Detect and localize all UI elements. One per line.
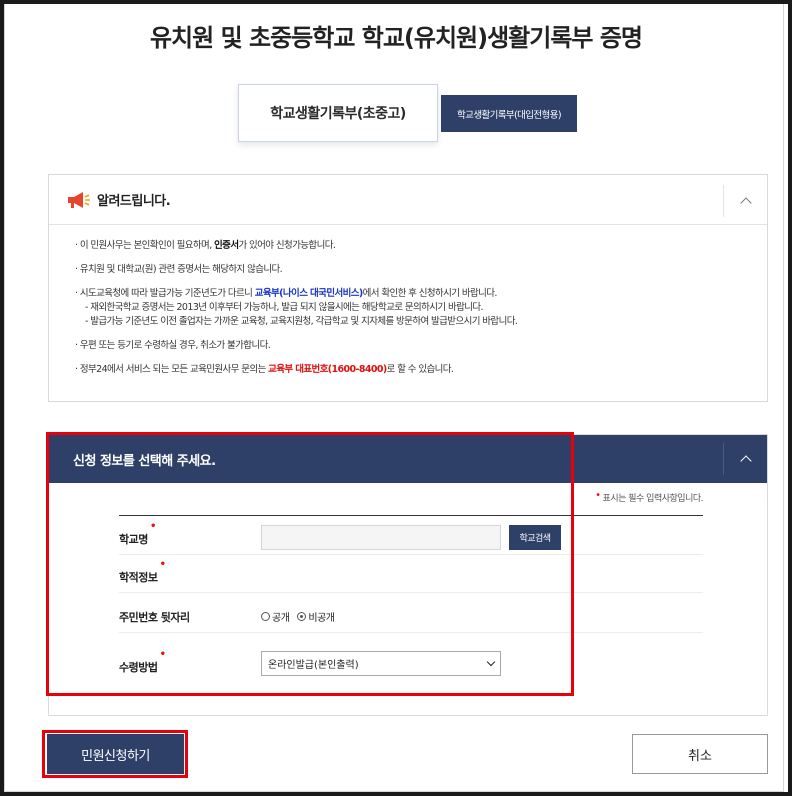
form-collapse-button[interactable] (723, 443, 767, 475)
tab-school-record-admission[interactable]: 학교생활기록부(대입전형용) (441, 95, 577, 132)
school-name-label: 학교명 • (119, 521, 156, 546)
school-search-button[interactable]: 학교검색 (509, 525, 561, 550)
resident-number-radio-group: 공개 비공개 (261, 609, 343, 624)
notice-header: 알려드립니다. (49, 175, 767, 225)
notice-item: · 이 민원사무는 본인확인이 필요하며, 인증서가 있어야 신청가능합니다. (75, 240, 336, 251)
notice-panel: 알려드립니다. · 이 민원사무는 본인확인이 필요하며, 인증서가 있어야 신… (48, 174, 768, 402)
notice-title: 알려드립니다. (97, 194, 171, 209)
chevron-up-icon (739, 197, 752, 209)
tab-school-record-k12[interactable]: 학교생활기록부(초중고) (238, 84, 438, 142)
radio-private[interactable]: 비공개 (297, 609, 335, 624)
required-dot-icon: • (595, 490, 601, 501)
notice-item: · 유치원 및 대학교(원) 관련 증명서는 해당하지 않습니다. (75, 264, 283, 275)
receive-method-select[interactable]: 온라인발급(본인출력) (261, 651, 501, 676)
chevron-down-icon (486, 657, 496, 667)
cancel-button[interactable]: 취소 (632, 734, 768, 774)
academic-info-label: 학적정보 • (119, 559, 166, 584)
notice-collapse-button[interactable] (723, 185, 767, 217)
ministry-phone-number: 교육부 대표번호(1600-8400) (268, 364, 387, 375)
school-name-row: 학교명 • 학교검색 (119, 519, 703, 555)
notice-item: · 시도교육청에 따라 발급가능 기준년도가 다르니 교육부(나이스 대국민서비… (75, 288, 518, 327)
radio-public[interactable]: 공개 (261, 609, 290, 624)
school-name-input[interactable] (261, 525, 501, 550)
submit-application-button[interactable]: 민원신청하기 (47, 734, 184, 774)
resident-number-row: 주민번호 뒷자리 공개 비공개 (119, 597, 703, 633)
receive-method-label: 수령방법 • (119, 649, 166, 674)
chevron-up-icon (739, 455, 752, 467)
form-title: 신청 정보를 선택해 주세요. (73, 453, 216, 469)
required-note: • 표시는 필수 입력사항입니다. (595, 490, 703, 504)
notice-item: · 정부24에서 서비스 되는 모든 교육민원사무 문의는 교육부 대표번호(1… (75, 364, 454, 375)
page-title: 유치원 및 초중등학교 학교(유치원)생활기록부 증명 (149, 24, 643, 52)
application-form-panel: 신청 정보를 선택해 주세요. • 표시는 필수 입력사항입니다. 학교명 • 학교… (48, 434, 768, 716)
academic-info-row: 학적정보 • (119, 557, 703, 593)
form-top-divider (119, 515, 703, 516)
radio-checked-icon (297, 612, 307, 621)
megaphone-icon (65, 189, 91, 211)
form-header: 신청 정보를 선택해 주세요. (49, 435, 767, 483)
neis-link[interactable]: 교육부(나이스 대국민서비스) (255, 288, 363, 299)
notice-body: · 이 민원사무는 본인확인이 필요하며, 인증서가 있어야 신청가능합니다. … (49, 225, 767, 377)
notice-item: · 우편 또는 등기로 수령하실 경우, 취소가 불가합니다. (75, 340, 271, 351)
resident-number-label: 주민번호 뒷자리 (119, 611, 190, 624)
radio-unchecked-icon (261, 612, 270, 621)
receive-method-row: 수령방법 • 온라인발급(본인출력) (119, 647, 703, 683)
